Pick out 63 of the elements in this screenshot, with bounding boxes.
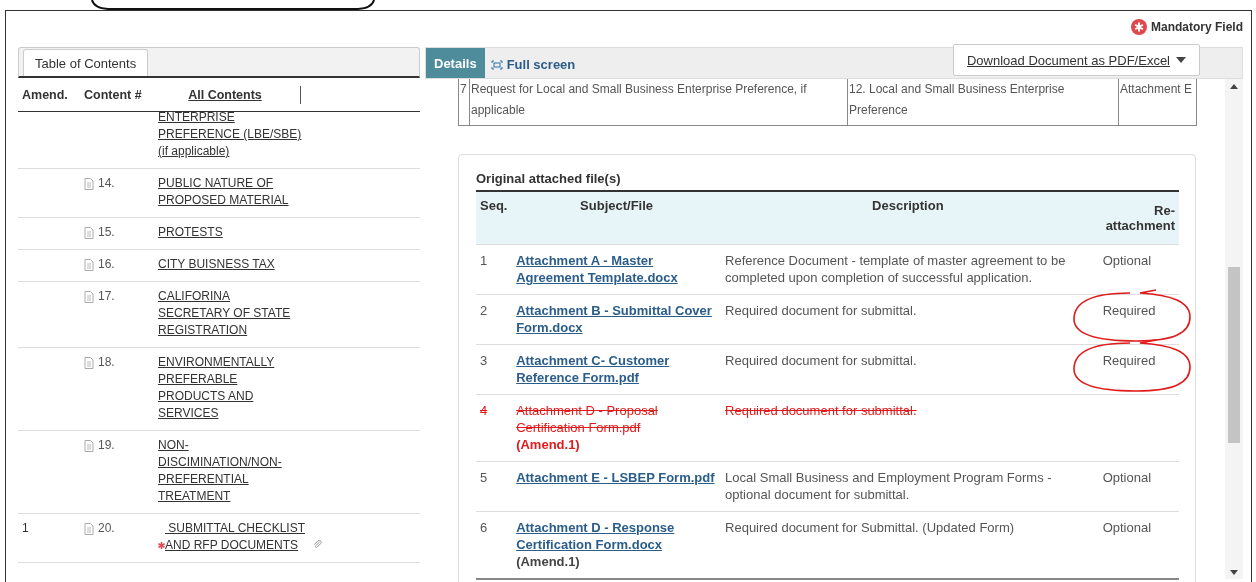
- content-number: 20.: [98, 520, 115, 537]
- table-cell: 7: [458, 79, 470, 126]
- content-link[interactable]: NON-DISCIMINATION/NON-PREFERENTIAL TREATMENT: [158, 437, 304, 505]
- content-link[interactable]: PUBLIC NATURE OF PROPOSED MATERIAL: [158, 175, 304, 209]
- content-number: 16.: [98, 256, 115, 273]
- table-cell: Request for Local and Small Business Enterprise Preference, if applicable: [469, 79, 848, 126]
- content-number: 14.: [98, 175, 115, 192]
- content-number: 15.: [98, 224, 115, 241]
- content-link[interactable]: PROTESTS: [158, 224, 223, 241]
- table-cell: Attachment E: [1118, 79, 1197, 126]
- table-cell: Required: [1102, 353, 1156, 368]
- table-cell: Required document for Submittal. (Updated Form): [721, 511, 1095, 579]
- table-cell: Required document for submittal.: [721, 394, 1095, 462]
- scrollbar[interactable]: [1225, 79, 1243, 579]
- file-link[interactable]: Attachment E - LSBEP Form.pdf: [516, 469, 718, 486]
- fullscreen-link[interactable]: Full screen: [490, 57, 576, 78]
- table-cell: Optional: [1102, 253, 1152, 268]
- tab[interactable]: Details: [426, 48, 485, 78]
- column-header: Seq.: [476, 191, 513, 245]
- file-link[interactable]: Attachment B - Submittal Cover Form.docx: [516, 302, 718, 336]
- amend-label: (Amend.1): [516, 436, 581, 453]
- table-cell: Required: [1102, 303, 1156, 318]
- table-cell: 3: [476, 344, 513, 395]
- tab[interactable]: Table of Contents: [23, 49, 149, 76]
- file-link[interactable]: Attachment D - Response Certification Form.docx: [516, 519, 718, 553]
- caret-icon: [1176, 57, 1186, 63]
- file-link[interactable]: Attachment C- Customer Reference Form.pdf: [516, 352, 718, 386]
- table-cell: Required document for submittal.: [721, 294, 1095, 345]
- content-number: 19.: [98, 437, 115, 454]
- section-title: Original attached file(s): [476, 171, 622, 186]
- scroll-thumb[interactable]: [1228, 267, 1240, 443]
- table-cell: 12. Local and Small Business Enterprise Preference: [847, 79, 1119, 126]
- column-header: Subject/File: [512, 191, 722, 245]
- column-header: Description: [721, 191, 1095, 245]
- content-number: 17.: [98, 288, 115, 305]
- table-cell: 5: [476, 461, 513, 512]
- content-link[interactable]: ENTERPRISE PREFERENCE (LBE/SBE) (if applicable): [158, 112, 304, 160]
- legend-label: Mandatory Field: [1151, 20, 1243, 34]
- amend-label: (Amend.1): [516, 553, 581, 570]
- fullscreen-icon[interactable]: [490, 59, 503, 70]
- content-link[interactable]: SUBMITTAL CHECKLIST AND RFP DOCUMENTS: [165, 520, 311, 554]
- table-cell: 4: [476, 394, 513, 462]
- column-link[interactable]: All Contents: [160, 85, 301, 104]
- table-cell-text: 1: [21, 520, 30, 537]
- column-header: Content #: [84, 87, 143, 102]
- table-cell: 2: [476, 294, 513, 345]
- column-header: Amend.: [21, 87, 69, 102]
- content-link[interactable]: CITY BUISNESS TAX: [158, 256, 275, 273]
- table-cell: Optional: [1102, 520, 1152, 535]
- column-header: Re-attachment: [1094, 191, 1179, 245]
- file-link[interactable]: Attachment A - Master Agreement Template.docx: [516, 252, 718, 286]
- content-link[interactable]: ENVIRONMENTALLY PREFERABLE PRODUCTS AND SERVICES: [158, 354, 304, 422]
- content-link[interactable]: CALIFORINA SECRETARY OF STATE REGISTRATION: [158, 288, 304, 339]
- content-number: 18.: [98, 354, 115, 371]
- table-cell: 1: [476, 244, 513, 295]
- table-cell: Optional: [1102, 470, 1152, 485]
- table-cell: Local Small Business and Employment Program Forms - optional document for submittal.: [721, 461, 1095, 512]
- file-link[interactable]: Attachment D - Proposal Certification Form.pdf: [516, 402, 718, 436]
- table-cell: 6: [476, 511, 513, 579]
- mandatory-icon: [1131, 19, 1147, 35]
- download-button[interactable]: Download Document as PDF/Excel: [952, 44, 1200, 76]
- table-cell: Required document for submittal.: [721, 344, 1095, 395]
- table-cell: Reference Document - template of master agreement to be completed upon completion of successful application.: [721, 244, 1095, 295]
